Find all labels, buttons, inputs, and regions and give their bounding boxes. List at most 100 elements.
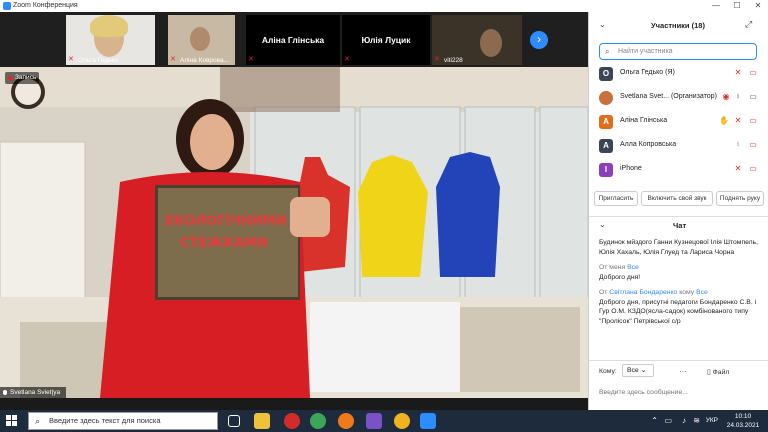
video-thumbnail[interactable]: ✕ Ольга Гедько [66,15,155,65]
thumbnail-name: Юлія Луцик [361,35,411,45]
language-indicator[interactable]: УКР [706,417,718,424]
browser-icon[interactable] [394,413,410,429]
speaker-icon[interactable]: ♪ [682,416,686,425]
thumbnail-name: Аліна Коврова... [180,57,230,64]
window-title: Zoom Конференция [13,2,78,9]
muted-mic-icon: ✕ [734,68,742,77]
unmute-button[interactable]: Включить свой звук [641,191,713,206]
taskbar: ⌕ Введите здесь текст для поиска ⌃ ▭ ♪ ≋… [0,410,768,432]
chat-to[interactable]: Все [696,289,708,296]
clock-date: 24.03.2021 [726,422,760,429]
wifi-icon[interactable]: ≋ [693,416,700,425]
video-icon: ▭ [749,92,757,101]
participants-title: Участники (18) [651,21,705,30]
video-off-icon: ▭ [749,140,757,149]
more-icon[interactable]: ··· [679,367,687,376]
file-explorer-icon[interactable] [254,413,270,429]
chat-message-input[interactable] [599,385,759,399]
maximize-icon[interactable]: ☐ [727,0,747,12]
chat-message: От меня Все Доброго дня! [599,263,759,282]
participant-name: Svetlana Svet... (Организатор) [620,93,717,100]
chrome-icon[interactable] [310,413,326,429]
chat-messages: Будинок мйздого Ганни Кузнецової Ілія Шт… [599,238,759,360]
chat-recipient-select[interactable]: Все ⌄ [622,364,654,377]
viber-icon[interactable] [366,413,382,429]
participant-row[interactable]: О Ольга Гедько (Я) ✕ ▭ [589,64,768,84]
video-thumbnail[interactable]: ✕ Аліна Коврова... [168,15,235,65]
chat-from: От [599,289,608,296]
chat-message-text: Доброго дня, присутні педагоги Бондаренк… [599,298,757,325]
recording-icon: ◉ [722,92,730,101]
chat-to[interactable]: Все [627,264,639,271]
muted-mic-icon: ✕ [170,56,176,63]
chevron-up-icon[interactable]: ⌃ [651,416,658,425]
chat-title: Чат [673,221,687,230]
file-label: Файл [712,369,730,376]
muted-mic-icon: ✕ [344,56,350,63]
clock-time: 10:10 [734,413,752,420]
chat-message-text: Доброго дня! [599,273,641,281]
recipient-value: Все [627,367,639,374]
participant-row[interactable]: А Аліна Глінська ✋ ✕ ▭ [589,112,768,132]
network-icon[interactable]: ▭ [664,416,672,425]
participant-row[interactable]: I iPhone ✕ ▭ [589,160,768,180]
minimize-icon[interactable]: — [706,0,726,12]
main-video: ЕКОЛОГІЧНИМИ СТЕЖКАМИ Запись Svetlana Sv… [0,67,588,398]
muted-mic-icon: ✕ [68,56,74,63]
popout-icon[interactable]: ⤢ [745,19,752,30]
mic-icon: ♮ [736,92,740,101]
opera-icon[interactable] [284,413,300,429]
muted-mic-icon: ✕ [248,56,254,63]
windows-start-icon[interactable] [6,415,18,427]
close-icon[interactable]: ✕ [748,0,768,12]
firefox-icon[interactable] [338,413,354,429]
avatar: О [599,67,613,81]
chevron-down-icon[interactable]: ⌄ [599,220,606,229]
participant-name: Алла Копровська [620,141,677,148]
participant-search-input[interactable]: ⌕ Найти участника [599,43,757,60]
chat-message-header: От меня Все [599,263,759,273]
file-button[interactable]: ▯ Файл [707,368,729,376]
chat-message-text: Будинок мйздого Ганни Кузнецової Ілія Шт… [599,239,759,256]
chat-to-label: Кому: [599,368,617,375]
participants-header: ⌄ Участники (18) ⤢ [589,16,768,36]
title-bar: Zoom Конференция — ☐ ✕ [0,0,768,12]
thumbnail-name: Ольга Гедько [78,57,119,64]
video-thumbnail[interactable]: Юлія Луцик ✕ [342,15,430,65]
speaker-video-frame: ЕКОЛОГІЧНИМИ СТЕЖКАМИ [0,67,588,398]
video-thumbnail-strip: ✕ Ольга Гедько ✕ Аліна Коврова... Аліна … [0,12,588,67]
taskbar-search-input[interactable]: ⌕ Введите здесь текст для поиска [28,412,218,430]
chat-compose: Кому: Все ⌄ ··· ▯ Файл [589,360,768,410]
chat-header: ⌄ Чат [589,216,768,234]
avatar: А [599,115,613,129]
participant-name: Аліна Глінська [620,117,668,124]
participant-row[interactable]: Svetlana Svet... (Организатор) ◉ ♮ ▭ [589,88,768,108]
chevron-down-icon[interactable]: ⌄ [599,20,606,29]
chat-message: Будинок мйздого Ганни Кузнецової Ілія Шт… [599,238,759,257]
chat-from: От меня [599,264,626,271]
video-thumbnail[interactable]: ✕ viti228 [432,15,522,65]
video-off-icon: ▭ [749,68,757,77]
video-thumbnail[interactable]: Аліна Глінська ✕ [246,15,340,65]
invite-button[interactable]: Пригласить [594,191,638,206]
task-view-icon[interactable] [228,415,240,427]
next-page-button[interactable]: › [530,31,548,49]
avatar [599,91,613,105]
mic-icon: ♮ [736,140,740,149]
clock[interactable]: 10:10 24.03.2021 [726,412,760,430]
speaker-name-label: Svetlana Sviet|ya [0,387,67,398]
chat-sender[interactable]: Світлана Бондаренко [609,289,677,296]
participant-row[interactable]: А Алла Копровська ♮ ▭ [589,136,768,156]
participant-name: Ольга Гедько (Я) [620,69,675,76]
participant-actions: Пригласить Включить свой звук Поднять ру… [589,189,768,211]
recording-badge[interactable]: Запись [5,72,39,84]
muted-mic-icon: ✕ [734,116,742,125]
svg-text:СТЕЖКАМИ: СТЕЖКАМИ [180,236,268,251]
video-off-icon: ▭ [749,164,757,173]
zoom-taskbar-icon[interactable] [420,413,436,429]
chat-message-header: От Світлана Бондаренко кому Все [599,289,708,296]
muted-mic-icon: ✕ [434,56,440,63]
avatar: А [599,139,613,153]
muted-mic-icon: ✕ [734,164,742,173]
raise-hand-button[interactable]: Поднять руку [716,191,764,206]
